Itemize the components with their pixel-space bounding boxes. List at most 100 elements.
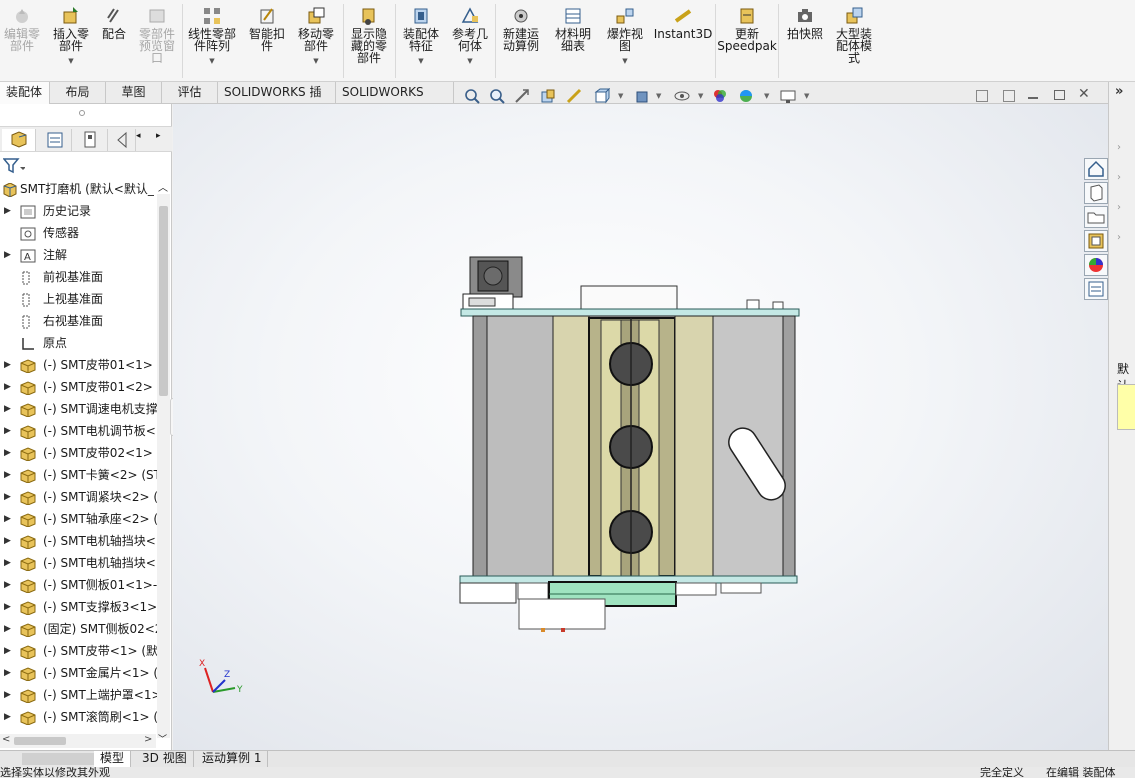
file-explorer-icon[interactable] [1084, 206, 1108, 228]
close-icon[interactable]: ✕ [1078, 86, 1090, 102]
tree-item[interactable]: ▶ (-) SMT电机轴挡块< [0, 552, 158, 574]
expand-arrow-icon[interactable]: ▶ [4, 640, 11, 662]
expand-arrow-icon[interactable]: ▶ [4, 662, 11, 684]
chevron-right-icon[interactable]: ▸ [156, 131, 161, 141]
scrollbar-thumb[interactable] [159, 206, 168, 396]
hide-show-items-icon[interactable] [674, 88, 690, 104]
tab-3d-view[interactable]: 3D 视图 [136, 751, 194, 767]
graphics-viewport[interactable]: X Y Z [173, 104, 1108, 750]
previous-view-icon[interactable] [514, 88, 530, 104]
chevron-left-icon[interactable]: < [2, 734, 10, 745]
tree-item[interactable]: ▶ (-) SMT侧板01<1>- [0, 574, 158, 596]
tree-item[interactable]: 上视基准面 [0, 288, 158, 310]
tab-evaluate[interactable]: 评估 [162, 82, 218, 104]
expand-arrow-icon[interactable]: ▶ [4, 354, 11, 376]
chevron-down-icon[interactable]: ▼ [618, 92, 623, 100]
insert-component-button[interactable]: 插入零 部件 ▼ [48, 6, 94, 67]
restore-view-icon[interactable] [976, 90, 988, 102]
expand-arrow-icon[interactable]: ▶ [4, 464, 11, 486]
component-preview-window-button[interactable]: 零部件 预览窗 口 [134, 6, 180, 64]
tree-item[interactable]: ▶ (-) SMT滚筒刷<1> ( [0, 706, 158, 728]
display-style-icon[interactable] [634, 88, 650, 104]
tab-layout[interactable]: 布局 [50, 82, 106, 104]
tree-root-assembly[interactable]: SMT打磨机 (默认<默认_ ︿ [0, 178, 172, 200]
tree-item[interactable]: ▶ (-) SMT轴承座<2> ( [0, 508, 158, 530]
home-icon[interactable] [1084, 158, 1108, 180]
chevron-right-icon[interactable]: › [1117, 142, 1121, 153]
chevron-down-icon[interactable]: ▼ [764, 92, 769, 100]
panel-pin-icon[interactable] [79, 110, 85, 116]
scrollbar-thumb[interactable] [14, 737, 66, 745]
show-hidden-components-button[interactable]: 显示隐 藏的零 部件 [346, 6, 392, 64]
expand-arrow-icon[interactable]: ▶ [4, 530, 11, 552]
chevron-right-icon[interactable]: › [1117, 232, 1121, 243]
move-component-button[interactable]: 移动零 部件 ▼ [292, 6, 340, 67]
expand-arrow-icon[interactable]: ▶ [4, 684, 11, 706]
chevron-down-icon[interactable]: ▼ [209, 55, 214, 67]
dynamic-annotation-icon[interactable] [566, 88, 582, 104]
tree-horizontal-scrollbar[interactable]: < > [0, 734, 156, 748]
custom-properties-icon[interactable] [1084, 278, 1108, 300]
tree-item[interactable]: ▶ (-) SMT调速电机支撑 [0, 398, 158, 420]
expand-arrow-icon[interactable]: ▶ [4, 618, 11, 640]
chevron-right-icon[interactable]: › [1117, 202, 1121, 213]
tab-assembly[interactable]: 装配体 [0, 82, 50, 104]
chevron-down-icon[interactable]: ▼ [418, 55, 423, 67]
tab-solidworks-mbd[interactable]: SOLIDWORKS MBD [336, 82, 454, 120]
tree-item[interactable]: 传感器 [0, 222, 158, 244]
expand-arrow-icon[interactable]: ▶ [4, 442, 11, 464]
chevron-down-icon[interactable]: ▼ [656, 92, 661, 100]
chevron-right-icon[interactable]: > [144, 734, 152, 745]
view-palette-icon[interactable] [1084, 230, 1108, 252]
expand-arrow-icon[interactable]: ▶ [4, 420, 11, 442]
apply-scene-icon[interactable] [738, 88, 754, 104]
expand-arrow-icon[interactable]: ▶ [4, 574, 11, 596]
appearances-icon[interactable] [1084, 254, 1108, 276]
tree-item[interactable]: ▶ (-) SMT卡簧<2> (ST [0, 464, 158, 486]
edit-appearance-icon[interactable] [712, 88, 728, 104]
view-orientation-icon[interactable] [594, 87, 611, 104]
tree-item[interactable]: 原点 [0, 332, 158, 354]
tree-item[interactable]: ▶ (-) SMT调紧块<2> ( [0, 486, 158, 508]
view-settings-icon[interactable] [780, 88, 796, 104]
property-manager-tab[interactable] [38, 129, 72, 151]
chevron-down-icon[interactable]: ▼ [313, 55, 318, 67]
expand-arrow-icon[interactable]: ▶ [4, 552, 11, 574]
tree-item[interactable]: ▶ (-) SMT皮带02<1> ( [0, 442, 158, 464]
tile-view-icon[interactable] [1003, 90, 1015, 102]
chevron-down-icon[interactable]: ▼ [804, 92, 809, 100]
chevron-down-icon[interactable]: ▼ [467, 55, 472, 67]
expand-arrow-icon[interactable]: ▶ [4, 486, 11, 508]
design-library-icon[interactable] [1084, 182, 1108, 204]
dim-xpert-tab[interactable] [110, 129, 136, 151]
linear-component-pattern-button[interactable]: 线性零部 件阵列 ▼ [184, 6, 240, 67]
chevron-down-icon[interactable]: ▼ [622, 55, 627, 67]
expand-arrow-icon[interactable]: ▶ [4, 706, 11, 728]
tree-item[interactable]: ▶ (固定) SMT侧板02<2 [0, 618, 158, 640]
edit-component-button[interactable]: 编辑零 部件 [0, 6, 44, 52]
minimize-icon[interactable] [1028, 97, 1038, 99]
expand-arrow-icon[interactable]: ▶ [4, 596, 11, 618]
chevron-double-right-icon[interactable]: » [1115, 84, 1123, 99]
smart-fasteners-button[interactable]: 智能扣 件 [244, 6, 290, 52]
chevron-down-icon[interactable]: ▼ [68, 55, 73, 67]
reference-geometry-button[interactable]: 参考几 何体 ▼ [448, 6, 492, 67]
tree-item[interactable]: 右视基准面 [0, 310, 158, 332]
tree-item[interactable]: ▶ (-) SMT电机调节板< [0, 420, 158, 442]
tree-item[interactable]: 前视基准面 [0, 266, 158, 288]
expand-arrow-icon[interactable]: ▶ [4, 398, 11, 420]
feature-tree-tab[interactable] [2, 129, 36, 151]
expand-arrow-icon[interactable]: ▶ [4, 200, 11, 222]
tab-scroll-buttons[interactable] [22, 753, 94, 765]
tree-item[interactable]: ▶ (-) SMT皮带<1> (默 [0, 640, 158, 662]
tree-item[interactable]: ▶ 历史记录 [0, 200, 158, 222]
chevron-right-icon[interactable]: › [1117, 172, 1121, 183]
mate-button[interactable]: 配合 [98, 6, 130, 40]
zoom-to-fit-icon[interactable] [464, 88, 480, 104]
chevron-left-icon[interactable]: ◂ [136, 131, 141, 141]
tree-item[interactable]: ▶ (-) SMT皮带01<1> ( [0, 354, 158, 376]
tree-item[interactable]: ▶ (-) SMT金属片<1> ( [0, 662, 158, 684]
exploded-view-button[interactable]: 爆炸视 图 ▼ [602, 6, 648, 67]
tree-item[interactable]: ▶ (-) SMT皮带01<2> ( [0, 376, 158, 398]
section-view-icon[interactable] [540, 88, 556, 104]
